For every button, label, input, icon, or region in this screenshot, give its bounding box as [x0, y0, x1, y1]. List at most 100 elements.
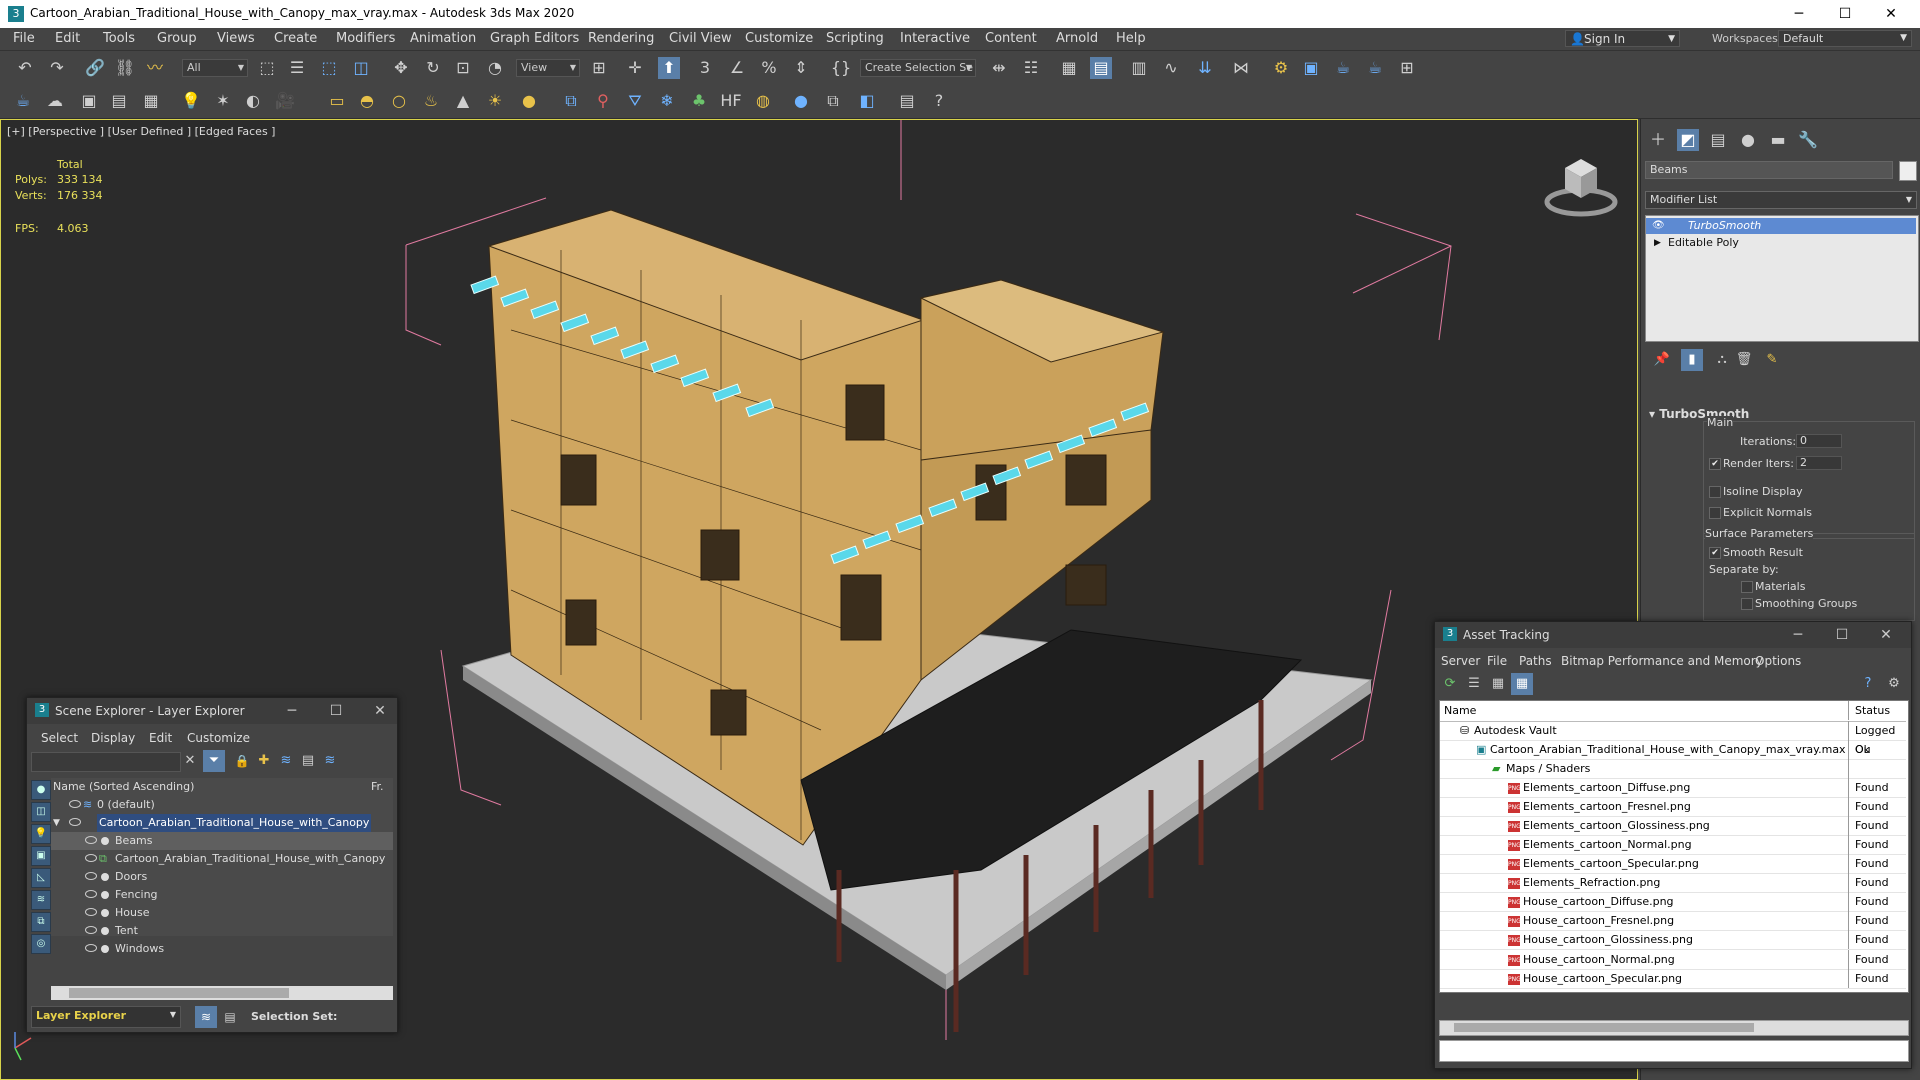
material-editor-icon[interactable]: ⋈ — [1230, 57, 1252, 79]
expand-icon[interactable]: ▶ — [1654, 235, 1661, 251]
render-iterative-icon[interactable]: ☕ — [1364, 57, 1386, 79]
table-row[interactable]: PNG House_cartoon_Normal.png Found — [1440, 950, 1906, 970]
table-row[interactable]: ▣ Cartoon_Arabian_Traditional_House_with… — [1440, 740, 1906, 760]
materials-checkbox[interactable] — [1741, 581, 1753, 593]
table-row[interactable]: PNG Elements_cartoon_Fresnel.png Found — [1440, 797, 1906, 817]
maximize-button[interactable]: ☐ — [1822, 0, 1868, 28]
dome-light-icon[interactable]: ◓ — [356, 90, 378, 112]
vray-settings-icon[interactable]: ▤ — [896, 90, 918, 112]
selection-filter-dropdown[interactable]: All ▼ — [182, 59, 248, 77]
workspaces-dropdown[interactable]: Default ▼ — [1778, 30, 1912, 47]
set-active-layer-icon[interactable]: ▤ — [297, 750, 319, 772]
object-row-doors[interactable]: Doors — [51, 868, 393, 886]
unlink-icon[interactable]: ⛓ — [114, 57, 136, 79]
menu-views[interactable]: Views — [217, 31, 255, 46]
remove-modifier-icon[interactable]: 🗑 — [1733, 349, 1755, 371]
mesh-light-icon[interactable]: ♨ — [420, 90, 442, 112]
render-frame-icon[interactable]: ▣ — [78, 90, 100, 112]
render-iters-checkbox[interactable]: ✔ — [1709, 458, 1721, 470]
layers-icon[interactable]: ≋ — [319, 750, 341, 772]
menu-display[interactable]: Display — [91, 731, 135, 745]
utilities-tab-icon[interactable]: 🔧 — [1797, 129, 1819, 151]
table-row[interactable]: PNG Elements_cartoon_Specular.png Found — [1440, 854, 1906, 874]
table-row[interactable]: PNG House_cartoon_Diffuse.png Found — [1440, 892, 1906, 912]
minimize-button[interactable]: ─ — [277, 701, 307, 721]
angle-snap-icon[interactable]: ∠ — [726, 57, 748, 79]
keyboard-shortcut-override-icon[interactable]: ⬆ — [658, 57, 680, 79]
move-icon[interactable]: ✥ — [390, 57, 412, 79]
object-row-fencing[interactable]: Fencing — [51, 886, 393, 904]
display-geometry-icon[interactable]: ● — [31, 780, 51, 800]
asset-tracking-titlebar[interactable]: 3 Asset Tracking ─ ☐ ✕ — [1435, 622, 1911, 648]
visibility-eye-icon[interactable] — [85, 854, 97, 862]
column-header-status[interactable]: Status — [1848, 701, 1908, 720]
smoothing-groups-checkbox[interactable] — [1741, 598, 1753, 610]
smooth-result-checkbox[interactable]: ✔ — [1709, 547, 1721, 559]
bind-space-warp-icon[interactable]: 〰 — [144, 57, 166, 79]
modifier-list-dropdown[interactable]: Modifier List ▼ — [1645, 191, 1917, 209]
teapot-icon[interactable]: ☕ — [12, 90, 34, 112]
list-view-icon[interactable]: ☰ — [1463, 673, 1485, 695]
table-row[interactable]: ⛁ Autodesk Vault Logged Ou — [1440, 721, 1906, 756]
menu-scripting[interactable]: Scripting — [826, 31, 884, 46]
visibility-eye-icon[interactable] — [69, 800, 81, 808]
menu-animation[interactable]: Animation — [410, 31, 476, 46]
menu-select[interactable]: Select — [41, 731, 78, 745]
object-color-swatch[interactable] — [1899, 161, 1917, 181]
layer-view-icon[interactable]: ≋ — [195, 1006, 217, 1028]
display-cameras-icon[interactable]: ▣ — [31, 846, 51, 866]
path-field[interactable] — [1439, 1040, 1909, 1062]
layer-row-house[interactable]: ▼ Cartoon_Arabian_Traditional_House_with… — [51, 814, 393, 832]
place-icon[interactable]: ◔ — [484, 57, 506, 79]
menu-arnold[interactable]: Arnold — [1056, 31, 1098, 46]
layer-explorer-icon[interactable]: ▤ — [1090, 57, 1112, 79]
menu-edit[interactable]: Edit — [149, 731, 172, 745]
help-icon[interactable]: ? — [928, 90, 950, 112]
menu-bitmap-performance[interactable]: Bitmap Performance and Memory — [1561, 654, 1763, 668]
lock-icon[interactable]: 🔒 — [231, 750, 253, 772]
display-shapes-icon[interactable]: ◫ — [31, 802, 51, 822]
menu-help[interactable]: Help — [1116, 31, 1146, 46]
table-view-icon[interactable]: ▦ — [1511, 673, 1533, 695]
select-manipulate-icon[interactable]: ✛ — [624, 57, 646, 79]
menu-modifiers[interactable]: Modifiers — [336, 31, 395, 46]
sun-icon[interactable]: ☀ — [484, 90, 506, 112]
visibility-eye-icon[interactable] — [85, 944, 97, 952]
scrollbar-thumb[interactable] — [69, 988, 289, 998]
sphere-icon[interactable]: ○ — [388, 90, 410, 112]
plane-light-icon[interactable]: ▭ — [326, 90, 348, 112]
rectangular-selection-icon[interactable]: ⬚ — [318, 57, 340, 79]
object-row-tent[interactable]: Tent — [51, 922, 393, 940]
horizontal-scrollbar[interactable] — [51, 986, 393, 1000]
new-layer-icon[interactable]: ✚ — [253, 750, 275, 772]
layer-row-default[interactable]: ≋ 0 (default) — [51, 796, 393, 814]
link-icon[interactable]: 🔗 — [84, 57, 106, 79]
sign-in-dropdown[interactable]: 👤 Sign In ▼ — [1565, 30, 1680, 47]
stack-item-editable-poly[interactable]: ▶ Editable Poly — [1646, 235, 1916, 251]
menu-paths[interactable]: Paths — [1519, 654, 1552, 668]
stack-item-turbosmooth[interactable]: 👁 TurboSmooth — [1646, 218, 1916, 234]
close-button[interactable]: ✕ — [365, 701, 395, 721]
material-ball-icon[interactable]: ◍ — [752, 90, 774, 112]
cloud-icon[interactable]: ☁ — [44, 90, 66, 112]
visibility-eye-icon[interactable] — [69, 818, 81, 826]
visibility-eye-icon[interactable] — [85, 926, 97, 934]
clear-search-icon[interactable]: ✕ — [179, 750, 201, 772]
table-row[interactable]: PNG Elements_cartoon_Normal.png Found — [1440, 835, 1906, 855]
select-object-icon[interactable]: ⬚ — [256, 57, 278, 79]
filter-icon[interactable]: ⏷ — [203, 750, 225, 772]
configure-sets-icon[interactable]: ✎ — [1761, 349, 1783, 371]
pin-stack-icon[interactable]: 📌 — [1651, 349, 1673, 371]
ies-light-icon[interactable]: ▲ — [452, 90, 474, 112]
mat-convert-icon[interactable]: ⧉ — [822, 90, 844, 112]
menu-graph-editors[interactable]: Graph Editors — [490, 31, 579, 46]
table-row[interactable]: PNG House_cartoon_Specular.png Found — [1440, 969, 1906, 989]
table-row[interactable]: PNG Elements_cartoon_Diffuse.png Found — [1440, 778, 1906, 798]
menu-customize[interactable]: Customize — [187, 731, 250, 745]
proxy-icon[interactable]: ⧉ — [560, 90, 582, 112]
help-icon[interactable]: ? — [1857, 673, 1879, 695]
edit-named-selection-icon[interactable]: {} — [830, 57, 852, 79]
column-header-name[interactable]: Name — [1444, 701, 1476, 720]
hierarchy-tab-icon[interactable]: ▤ — [1707, 129, 1729, 151]
menu-interactive[interactable]: Interactive — [900, 31, 970, 46]
